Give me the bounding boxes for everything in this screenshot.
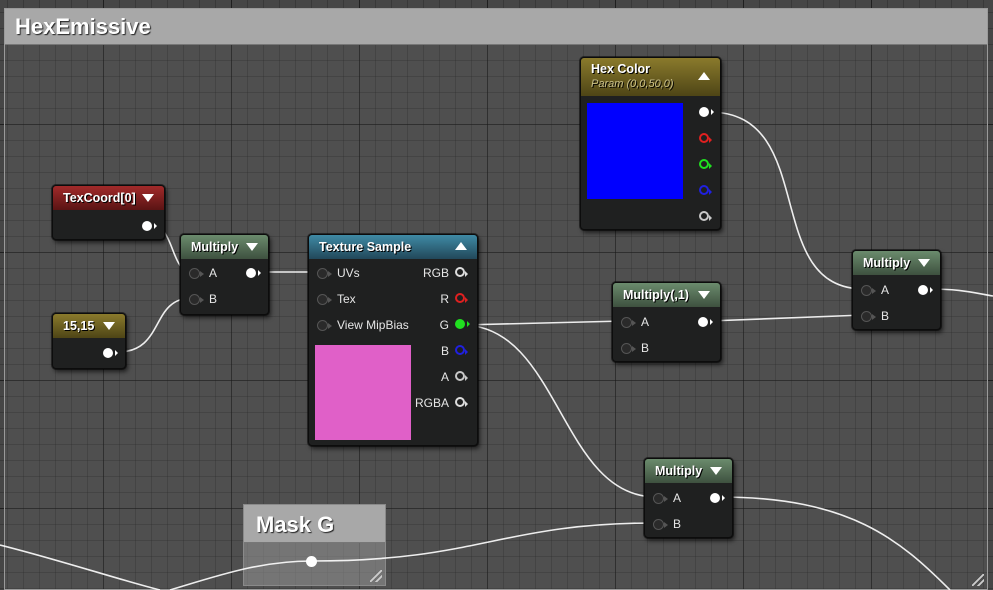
pin-socket[interactable]: [317, 268, 332, 279]
input-pin-a[interactable]: A: [621, 314, 661, 330]
node-multiply-bottom[interactable]: Multiply A B: [644, 458, 733, 538]
output-pin-a[interactable]: [699, 211, 712, 221]
pin-socket[interactable]: [455, 319, 470, 329]
input-pin-b[interactable]: B: [861, 308, 901, 324]
node-multiply-uv[interactable]: Multiply A B: [180, 234, 269, 315]
output-pin[interactable]: [918, 285, 933, 295]
pin-label: RGBA: [414, 396, 449, 410]
node-constant-15-15[interactable]: 15,15: [52, 313, 126, 369]
collapse-arrow-icon[interactable]: [918, 259, 930, 267]
connection-wires: [0, 111, 993, 590]
texture-preview: [315, 345, 411, 440]
output-pin[interactable]: [142, 221, 157, 231]
wire-mask-to-multiply-bottom-b: [311, 522, 657, 562]
input-pin-b[interactable]: B: [621, 340, 661, 356]
pin-label: A: [881, 283, 890, 297]
pin-label: UVs: [337, 266, 360, 280]
input-pin-b[interactable]: B: [189, 291, 229, 307]
pin-socket[interactable]: [861, 311, 876, 322]
output-pin-rgb[interactable]: RGB: [409, 265, 469, 281]
node-multiply-right[interactable]: Multiply A B: [852, 250, 941, 330]
node-title: Multiply(,1): [623, 288, 689, 302]
pin-label: Tex: [337, 292, 356, 306]
pin-label: B: [440, 344, 449, 358]
node-hex-color[interactable]: Hex Color Param (0,0,50,0): [580, 57, 721, 230]
pin-label: G: [439, 318, 449, 332]
node-title: Texture Sample: [319, 240, 412, 254]
input-pin-tex[interactable]: Tex: [317, 291, 417, 307]
collapse-arrow-icon[interactable]: [455, 242, 467, 250]
pin-label: View MipBias: [337, 318, 409, 332]
input-pin-a[interactable]: A: [861, 282, 901, 298]
wire-g-to-multiply1-a: [461, 320, 625, 326]
input-pin-uvs[interactable]: UVs: [317, 265, 417, 281]
material-graph-canvas[interactable]: HexEmissive Mask G TexCoord[0] 15,15 Mul…: [0, 0, 993, 590]
input-pin-a[interactable]: A: [653, 490, 693, 506]
pin-label: B: [209, 292, 218, 306]
collapse-arrow-icon[interactable]: [698, 72, 710, 80]
pin-label: A: [209, 266, 218, 280]
wire-multiply-bottom-out: [719, 496, 951, 590]
pin-socket[interactable]: [861, 285, 876, 296]
output-pin[interactable]: [246, 268, 261, 278]
node-title: TexCoord[0]: [63, 191, 136, 205]
pin-socket[interactable]: [189, 294, 204, 305]
output-pin-r[interactable]: R: [409, 291, 469, 307]
output-pin-a[interactable]: A: [409, 369, 469, 385]
output-pin-rgba[interactable]: RGBA: [409, 395, 469, 411]
pin-label: B: [881, 309, 890, 323]
pin-socket[interactable]: [455, 345, 468, 355]
pin-label: RGB: [422, 266, 449, 280]
color-preview: [587, 103, 683, 199]
collapse-arrow-icon[interactable]: [103, 322, 115, 330]
output-pin-rgb[interactable]: [699, 107, 714, 117]
collapse-arrow-icon[interactable]: [246, 243, 258, 251]
pin-socket[interactable]: [455, 371, 468, 381]
node-title: 15,15: [63, 319, 95, 333]
pin-socket[interactable]: [621, 317, 636, 328]
output-pin[interactable]: [103, 348, 118, 358]
pin-label: R: [440, 292, 449, 306]
pin-label: B: [641, 341, 650, 355]
node-texcoord[interactable]: TexCoord[0]: [52, 185, 165, 240]
pin-socket[interactable]: [317, 294, 332, 305]
collapse-arrow-icon[interactable]: [698, 291, 710, 299]
input-pin-b[interactable]: B: [653, 516, 693, 532]
node-title: Multiply: [863, 256, 911, 270]
pin-socket[interactable]: [189, 268, 204, 279]
output-pin[interactable]: [698, 317, 713, 327]
pin-socket[interactable]: [455, 293, 468, 303]
input-pin-view-mipbias[interactable]: View MipBias: [317, 317, 417, 333]
pin-socket[interactable]: [653, 493, 668, 504]
output-pin-b[interactable]: B: [409, 343, 469, 359]
node-multiply-1[interactable]: Multiply(,1) A B: [612, 282, 721, 362]
pin-socket[interactable]: [455, 267, 468, 277]
pin-socket[interactable]: [653, 519, 668, 530]
wire-hexcolor-to-multiply-right-a: [708, 111, 865, 290]
pin-socket[interactable]: [621, 343, 636, 354]
node-title: Multiply: [191, 240, 239, 254]
output-pin-g[interactable]: G: [409, 317, 470, 333]
output-pin[interactable]: [710, 493, 725, 503]
input-pin-a[interactable]: A: [189, 265, 229, 281]
pin-label: A: [641, 315, 650, 329]
wire-offscreen-to-mask: [169, 560, 313, 590]
node-texture-sample[interactable]: Texture Sample UVs Tex View MipBias RGB …: [308, 234, 478, 446]
pin-label: A: [440, 370, 449, 384]
pin-label: B: [673, 517, 682, 531]
output-pin-b[interactable]: [699, 185, 712, 195]
output-pin-r[interactable]: [699, 133, 712, 143]
pin-socket[interactable]: [317, 320, 332, 331]
node-title: Multiply: [655, 464, 703, 478]
wire-multiply1-to-multiply-right-b: [708, 314, 865, 322]
pin-label: A: [673, 491, 682, 505]
collapse-arrow-icon[interactable]: [710, 467, 722, 475]
pin-socket[interactable]: [455, 397, 468, 407]
output-pin-g[interactable]: [699, 159, 712, 169]
collapse-arrow-icon[interactable]: [142, 194, 154, 202]
reroute-knot[interactable]: [306, 556, 317, 567]
wire-offscreen-left: [0, 544, 161, 590]
